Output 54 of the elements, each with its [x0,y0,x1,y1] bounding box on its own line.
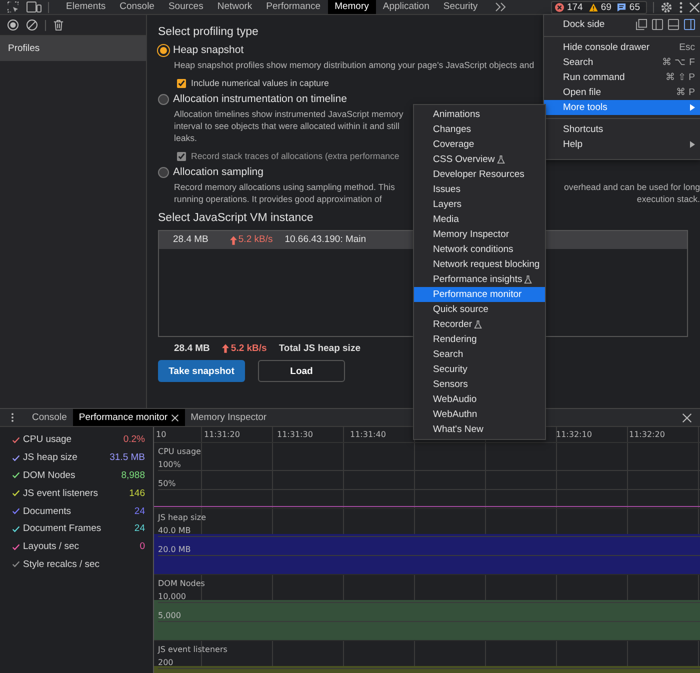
metric-value: 24 [134,523,145,534]
description-text: running operations. It provides good approximation of [174,193,382,205]
metric-label: CPU usage [23,434,72,446]
axis-label: 100% [158,459,700,471]
axis-label: 20.0 MB [158,544,700,556]
axis-label: 5,000 [158,610,700,622]
metric-label: JS event listeners [23,488,98,499]
metric-label: Document Frames [23,523,102,534]
description-text: Record memory allocations using sampling method. This [174,181,395,193]
axis-label: 200 [158,657,700,669]
checkbox-label: Record stack traces of allocations (extra performance [191,151,400,161]
issue-count: 174 [566,2,583,12]
section-title: Select profiling type [158,26,258,38]
track-title: CPU usage [158,446,202,457]
metric-label: Documents [23,506,72,517]
metric-value: 0 [140,541,145,552]
description-text: Heap snapshot profiles show memory distribution among your page's JavaScript objects and [174,59,534,71]
description-text: execution stack. [636,193,700,205]
time-tick: 11:31:30 [276,429,314,441]
description-text: interval to see objects that were allocated within it and still [174,120,400,132]
metric-value: 146 [129,488,145,499]
issue-count: 65 [629,2,640,12]
checkbox-label: Include numerical values in capture [191,78,329,88]
time-tick: 11:31:20 [203,429,241,441]
metric-value: 24 [134,506,145,517]
description-text: Allocation timelines show instrumented JavaScript memory [174,108,404,120]
total-label: Total JS heap size [278,343,360,354]
time-tick: 11:31:40 [349,429,387,441]
issue-count: 69 [600,2,612,12]
metric-label: DOM Nodes [23,470,76,481]
metric-value: 0.2% [123,434,145,446]
axis-label: 50% [158,478,700,490]
track-title: DOM Nodes [158,578,206,589]
axis-label: 10,000 [158,591,700,603]
heap-size: 28.4 MB [174,343,210,354]
section-title: Select JavaScript VM instance [158,212,314,224]
description-text: leaks. [174,132,197,144]
metric-value: 31.5 MB [110,452,145,464]
option-label: Heap snapshot [173,44,244,56]
metric-label: Layouts / sec [23,541,79,552]
time-tick: 11:32:20 [628,429,666,441]
option-label: Allocation sampling [173,166,264,178]
track-title: JS event listeners [158,644,228,655]
time-tick: 11:32:10 [555,429,593,441]
heap-rate: 5.2 kB/s [230,343,267,354]
metric-value: 8,988 [121,470,145,481]
option-label: Allocation instrumentation on timeline [173,93,347,105]
menu-label: Dock side [563,19,605,30]
axis-label: 40.0 MB [158,525,700,537]
track-title: JS heap size [158,512,208,523]
time-tick: 10 [155,429,168,441]
metric-label: JS heap size [23,452,78,464]
metric-label: Style recalcs / sec [23,558,100,570]
description-text: overhead and can be used for long [564,181,700,193]
